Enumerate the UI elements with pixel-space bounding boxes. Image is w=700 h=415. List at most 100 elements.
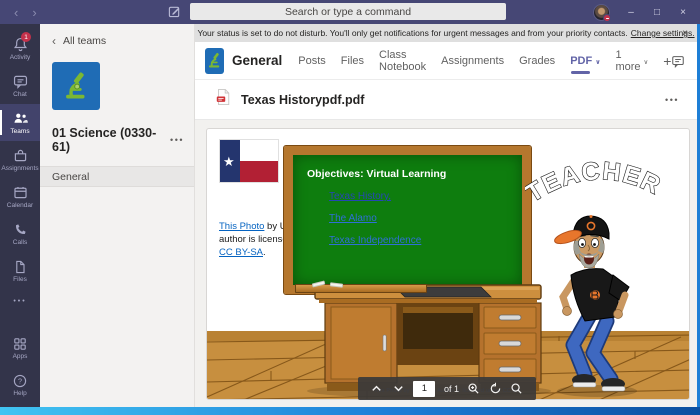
chevron-down-icon: ∨ bbox=[595, 58, 600, 66]
this-photo-link[interactable]: This Photo bbox=[219, 221, 264, 232]
calendar-icon bbox=[12, 184, 29, 201]
svg-text:TEACHER: TEACHER bbox=[525, 157, 666, 208]
page-up-button[interactable] bbox=[370, 382, 383, 395]
chevron-down-icon: ∨ bbox=[644, 58, 649, 66]
team-avatar[interactable] bbox=[52, 62, 100, 110]
page-down-button[interactable] bbox=[392, 382, 405, 395]
history-nav[interactable]: ‹› bbox=[14, 5, 51, 20]
dnd-status-badge bbox=[603, 14, 611, 22]
team-name: 01 Science (0330-61) bbox=[52, 126, 170, 154]
microscope-icon bbox=[59, 69, 93, 103]
help-icon: ? bbox=[12, 373, 28, 389]
more-apps-icon[interactable]: ••• bbox=[0, 289, 40, 313]
zoom-in-icon[interactable] bbox=[467, 382, 480, 395]
channel-actions: ••• bbox=[671, 54, 700, 68]
teams-icon bbox=[11, 110, 29, 127]
sidebar-item-activity[interactable]: Activity 1 bbox=[0, 30, 40, 67]
cc-by-sa-link[interactable]: CC BY-SA bbox=[219, 247, 263, 258]
sidebar-item-label: Calendar bbox=[7, 202, 33, 209]
sidebar-item-label: Assignments bbox=[1, 165, 38, 172]
pdf-viewer: ★ This Photo by Unknown author is licens… bbox=[195, 120, 697, 407]
flag-star: ★ bbox=[223, 154, 235, 170]
chat-icon bbox=[12, 73, 29, 90]
channel-label: General bbox=[52, 171, 89, 183]
team-name-row: 01 Science (0330-61) ••• bbox=[40, 110, 194, 154]
chevron-left-icon: ‹ bbox=[52, 34, 56, 48]
all-teams-back-link[interactable]: ‹ All teams bbox=[40, 24, 194, 48]
chalk-piece bbox=[330, 282, 343, 287]
add-tab-button[interactable]: + bbox=[663, 53, 671, 69]
tab-posts[interactable]: Posts bbox=[298, 55, 326, 67]
team-more-button[interactable]: ••• bbox=[170, 135, 184, 145]
activity-badge: 1 bbox=[21, 32, 31, 42]
sidebar-item-label: Activity bbox=[10, 54, 31, 61]
pdf-toolbar: of 1 bbox=[358, 377, 536, 400]
back-arrow-icon[interactable]: ‹ bbox=[14, 5, 32, 20]
tab-1-more-label: 1 more bbox=[615, 49, 640, 73]
sidebar-item-assignments[interactable]: Assignments bbox=[0, 141, 40, 178]
channel-item-general[interactable]: General bbox=[40, 166, 194, 187]
minimize-button[interactable]: – bbox=[620, 0, 642, 24]
app-rail: Activity 1 Chat Teams Assignments Calend… bbox=[0, 24, 40, 407]
sidebar-item-teams[interactable]: Teams bbox=[0, 104, 40, 141]
sidebar-item-apps[interactable]: Apps bbox=[0, 329, 40, 366]
tab-grades[interactable]: Grades bbox=[519, 55, 555, 67]
teams-window: ‹› – □ × Activity 1 Chat Teams Assignmen bbox=[0, 0, 700, 415]
page-number-input[interactable] bbox=[413, 381, 435, 397]
maximize-button[interactable]: □ bbox=[646, 0, 668, 24]
titlebar: ‹› – □ × bbox=[0, 0, 700, 24]
compose-icon[interactable] bbox=[168, 5, 181, 23]
tab-pdf[interactable]: PDF∨ bbox=[570, 55, 600, 67]
pdf-file-icon bbox=[215, 88, 231, 111]
file-icon bbox=[12, 259, 28, 275]
window-bottom-edge bbox=[0, 407, 700, 415]
forward-arrow-icon[interactable]: › bbox=[32, 5, 50, 20]
tab-files[interactable]: Files bbox=[341, 55, 364, 67]
sidebar-item-label: Teams bbox=[10, 128, 29, 135]
file-more-button[interactable]: ••• bbox=[665, 95, 679, 105]
sidebar-item-files[interactable]: Files bbox=[0, 252, 40, 289]
board-title: Objectives: Virtual Learning bbox=[307, 168, 522, 180]
tab-1-more[interactable]: 1 more ∨ bbox=[615, 49, 648, 73]
status-banner-text: Your status is set to do not disturb. Yo… bbox=[197, 28, 627, 38]
apps-grid-icon bbox=[12, 336, 28, 352]
assignments-icon bbox=[12, 147, 29, 164]
the-alamo-link[interactable]: The Alamo bbox=[329, 213, 377, 224]
tab-pdf-label: PDF bbox=[570, 55, 592, 67]
pdf-page: ★ This Photo by Unknown author is licens… bbox=[206, 128, 690, 400]
tab-assignments[interactable]: Assignments bbox=[441, 55, 504, 67]
titlebar-controls: – □ × bbox=[593, 0, 694, 24]
texas-history-link[interactable]: Texas History, bbox=[329, 191, 391, 202]
search-input[interactable] bbox=[190, 3, 506, 20]
chalkboard: Objectives: Virtual Learning Texas Histo… bbox=[284, 146, 531, 294]
channel-team-avatar bbox=[205, 48, 224, 74]
svg-text:?: ? bbox=[18, 376, 22, 385]
sidebar-item-label: Chat bbox=[13, 91, 27, 98]
texas-flag: ★ bbox=[219, 139, 279, 183]
sidebar-item-calendar[interactable]: Calendar bbox=[0, 178, 40, 215]
close-button[interactable]: × bbox=[672, 0, 694, 24]
banner-close-icon[interactable]: × bbox=[682, 24, 688, 42]
citation-text: . bbox=[263, 247, 266, 258]
user-avatar[interactable] bbox=[593, 4, 610, 21]
sidebar-item-calls[interactable]: Calls bbox=[0, 215, 40, 252]
tab-class-notebook[interactable]: Class Notebook bbox=[379, 49, 426, 73]
page-title: General bbox=[232, 53, 282, 68]
sidebar-item-help[interactable]: ? Help bbox=[0, 366, 40, 403]
status-banner: Your status is set to do not disturb. Yo… bbox=[195, 24, 697, 42]
sidebar-item-label: Apps bbox=[13, 353, 28, 360]
search-icon[interactable] bbox=[510, 382, 523, 395]
conversation-icon[interactable] bbox=[671, 54, 685, 68]
sidebar-item-label: Calls bbox=[13, 239, 27, 246]
channel-tabs: Posts Files Class Notebook Assignments G… bbox=[298, 42, 671, 80]
sidebar-item-chat[interactable]: Chat bbox=[0, 67, 40, 104]
teacher-character bbox=[529, 209, 669, 399]
teacher-wordart: TEACHER bbox=[525, 154, 667, 216]
page-count-label: of 1 bbox=[444, 384, 459, 394]
phone-icon bbox=[12, 222, 28, 238]
sidebar-item-label: Files bbox=[13, 276, 27, 283]
file-header: Texas Historypdf.pdf ••• bbox=[195, 80, 697, 120]
main-content: Your status is set to do not disturb. Yo… bbox=[195, 24, 697, 407]
texas-independence-link[interactable]: Texas Independence bbox=[329, 235, 421, 246]
rotate-icon[interactable] bbox=[489, 382, 502, 395]
